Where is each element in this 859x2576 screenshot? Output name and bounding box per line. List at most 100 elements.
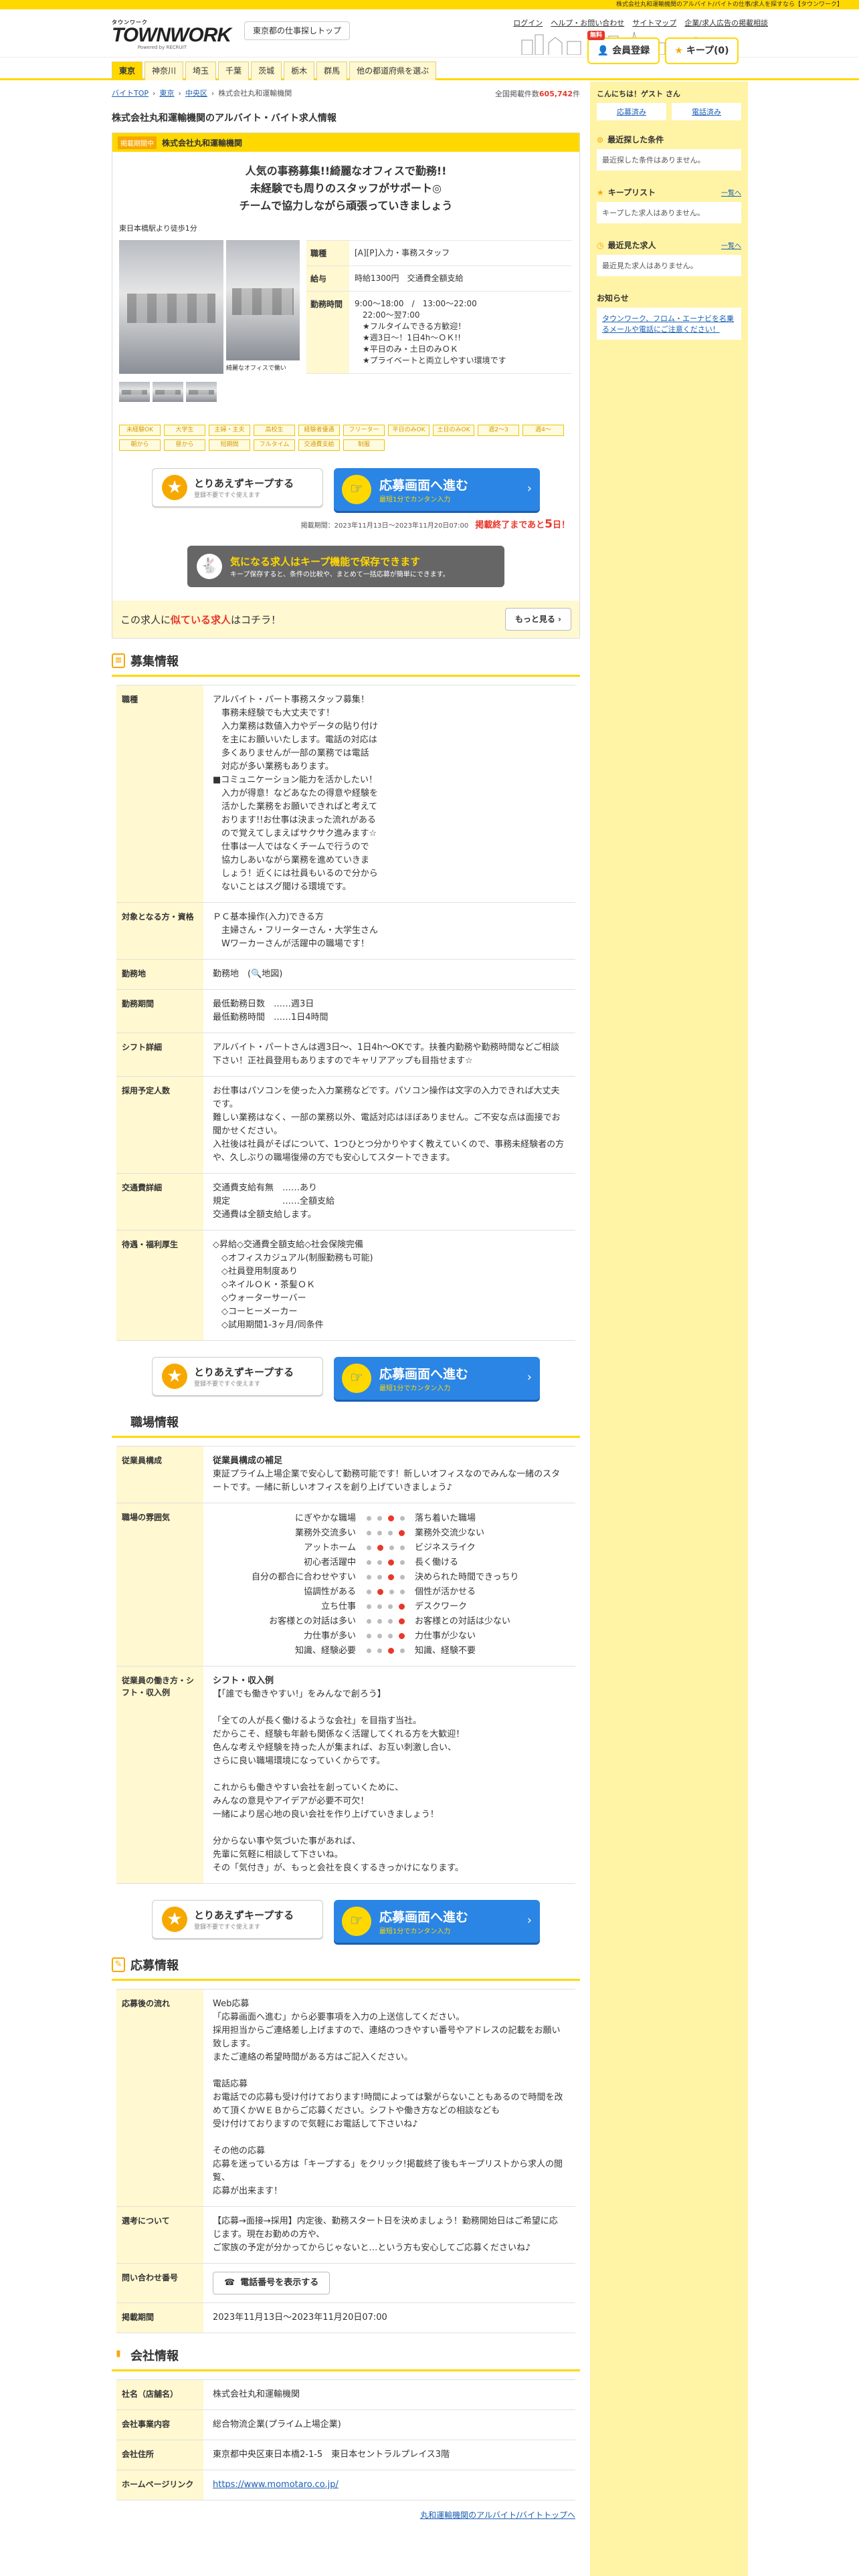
sitemap-link[interactable]: サイトマップ: [632, 17, 676, 28]
keep-list-title: ★ キープリスト 一覧へ: [597, 187, 741, 198]
company-name[interactable]: 株式会社丸和運輸機関: [162, 137, 242, 148]
document-icon: ≡: [112, 653, 125, 668]
atmosphere-dot: [399, 1545, 405, 1550]
photo-gallery: 綺麗なオフィスで働い: [119, 240, 300, 402]
keep-job-button[interactable]: ★ とりあえずキープする 登録不要ですぐ使えます: [152, 1900, 323, 1939]
star-icon: ★: [674, 45, 683, 56]
keep-label: キープ: [686, 45, 714, 56]
atmosphere-dot-selected: [398, 1530, 405, 1536]
atmosphere-dot: [366, 1604, 371, 1609]
table-row: 待遇・福利厚生 ◇昇給◇交通費全額支給◇社会保険完備 ◇オフィスカジュアル(制服勤…: [116, 1230, 575, 1341]
breadcrumb-item[interactable]: 中央区: [185, 88, 207, 98]
tab-chiba[interactable]: 千葉: [218, 62, 250, 80]
company-top-link[interactable]: 丸和運輸機関のアルバイト/バイトトップへ: [420, 2509, 575, 2520]
recent-search-box: 最近探した条件はありません。: [597, 149, 741, 171]
more-similar-button[interactable]: もっと見る ›: [504, 608, 571, 631]
breadcrumb-item[interactable]: バイトTOP: [112, 88, 149, 98]
homepage-link[interactable]: https://www.momotaro.co.jp/: [203, 2470, 575, 2500]
atmosphere-left-label: 知識、経験必要: [294, 1646, 356, 1656]
tab-tokyo[interactable]: 東京: [112, 62, 143, 80]
chevron-right-icon: ›: [527, 1370, 532, 1384]
tab-kanagawa[interactable]: 神奈川: [145, 62, 184, 80]
tab-other-prefectures[interactable]: 他の都道府県を選ぶ: [349, 62, 437, 80]
keep-list-more[interactable]: 一覧へ: [721, 187, 741, 197]
atmosphere-dots: [360, 1600, 411, 1614]
help-link[interactable]: ヘルプ・お問い合わせ: [551, 17, 624, 28]
atmosphere-dot: [389, 1545, 394, 1550]
keep-list-button[interactable]: ★ キープ(0): [665, 37, 739, 64]
table-row: 職場の雰囲気 にぎやかな職場 落ち着いた職場 業務外交流多い 業務外交流少ない アットホ…: [116, 1503, 575, 1667]
pointing-hand-icon: ☞: [342, 475, 371, 504]
photo-thumbnail[interactable]: [119, 382, 150, 402]
table-row: 会社住所 東京都中央区東日本橋2-1-5 東日本セントラルプレイス3階: [116, 2440, 575, 2470]
applied-link[interactable]: 応募済み: [597, 103, 666, 120]
atmosphere-right-label: 落ち着いた職場: [415, 1513, 476, 1523]
breadcrumb-item[interactable]: 東京: [159, 88, 174, 98]
tab-gunma[interactable]: 群馬: [316, 62, 348, 80]
area-top-button[interactable]: 東京都の仕事探しトップ: [244, 21, 351, 40]
feature-tag: 交通費支給: [298, 439, 340, 451]
viewed-more[interactable]: 一覧へ: [721, 240, 741, 250]
atmosphere-dots: [360, 1511, 411, 1525]
atmosphere-dot-selected: [377, 1589, 383, 1595]
feature-tag: フルタイム: [254, 439, 295, 451]
keep-feature-banner[interactable]: 🐇 気になる求人はキープ機能で保存できます キープ保存すると、条件の比較や、まとめ…: [187, 546, 504, 587]
atmosphere-scale: にぎやかな職場 落ち着いた職場 業務外交流多い 業務外交流少ない アットホーム ビジネスラ…: [213, 1511, 566, 1658]
apply-button[interactable]: ☞ 応募画面へ進む 最短1分でカンタン入力 ›: [334, 468, 540, 511]
atmosphere-left-label: お客様との対話は多い: [269, 1616, 356, 1626]
catch-line: 未経験でも周りのスタッフがサポート◎: [250, 182, 442, 195]
breadcrumb-current: 株式会社丸和運輸機関: [218, 89, 292, 98]
breadcrumb: バイトTOP › 東京 › 中央区 › 株式会社丸和運輸機関 全国掲載件数605,74…: [112, 88, 580, 99]
atmosphere-left-label: 自分の都合に合わせやすい: [251, 1572, 356, 1582]
atmosphere-right-label: 業務外交流少ない: [415, 1528, 485, 1538]
tab-saitama[interactable]: 埼玉: [185, 62, 217, 80]
greeting: こんにちは！ゲスト さん: [597, 90, 680, 98]
atmosphere-dot: [387, 1604, 393, 1609]
photo-thumbnail[interactable]: [153, 382, 183, 402]
keep-job-button[interactable]: ★ とりあえずキープする 登録不要ですぐ使えます: [152, 468, 323, 507]
pointing-hand-icon: ☞: [342, 1364, 371, 1393]
star-icon: ★: [162, 1364, 187, 1389]
nav-tabs: 東京 神奈川 埼玉 千葉 茨城 栃木 群馬 他の都道府県を選ぶ: [112, 62, 437, 80]
atmosphere-dot: [399, 1575, 405, 1580]
atmosphere-dot: [377, 1619, 382, 1624]
tab-tochigi[interactable]: 栃木: [284, 62, 315, 80]
map-link[interactable]: 勤務地 (🔍地図): [203, 960, 575, 989]
called-link[interactable]: 電話済み: [672, 103, 741, 120]
table-row: 応募後の流れ Web応募 「応募画面へ進む」から必要事項を入力の上送信してください…: [116, 1990, 575, 2207]
job-info-table: 職種 [A][P]入力・事務スタッフ 給与 時給1300円 交通費全額支給 勤務時間…: [306, 240, 571, 374]
atmosphere-dot: [366, 1560, 371, 1565]
atmosphere-dots: [360, 1570, 411, 1584]
townwork-logo[interactable]: タウンワーク TOWNWORK Powered by RECRUIT: [112, 19, 231, 50]
tab-ibaraki[interactable]: 茨城: [251, 62, 282, 80]
register-button[interactable]: 無料 👤 会員登録: [587, 31, 660, 64]
apply-button[interactable]: ☞ 応募画面へ進む 最短1分でカンタン入力 ›: [334, 1357, 540, 1400]
apply-button[interactable]: ☞ 応募画面へ進む 最短1分でカンタン入力 ›: [334, 1900, 540, 1943]
top-strip: 株式会社丸和運輸機関のアルバイト/バイトの仕事/求人を探すなら【タウンワーク】: [0, 0, 859, 9]
atmosphere-dots: [360, 1541, 411, 1555]
keep-job-button[interactable]: ★ とりあえずキープする 登録不要ですぐ使えます: [152, 1357, 323, 1396]
atmosphere-left-label: にぎやかな職場: [294, 1513, 356, 1523]
feature-tag: 朝から: [119, 439, 161, 451]
period-row: 掲載期間：2023年11月13日〜2023年11月20日07:00 掲載終了まで…: [112, 518, 579, 531]
star-icon: ★: [162, 475, 187, 500]
info-row: 給与 時給1300円 交通費全額支給: [306, 266, 571, 292]
atmosphere-left-label: 立ち仕事: [320, 1602, 356, 1612]
main-photo[interactable]: [119, 240, 223, 374]
photo-thumbnail[interactable]: [186, 382, 217, 402]
feature-tag: 主婦・主夫: [209, 425, 250, 436]
feature-tag: 未経験OK: [119, 425, 161, 436]
atmosphere-dot: [366, 1648, 371, 1653]
login-link[interactable]: ログイン: [513, 17, 543, 28]
sub-photo[interactable]: [226, 240, 300, 360]
atmosphere-dot: [377, 1531, 382, 1535]
feature-tag: 週4〜: [522, 425, 564, 436]
notice-link[interactable]: タウンワーク、フロム・エーナビを名乗るメールや電話にご注意ください！: [597, 308, 741, 340]
show-phone-button[interactable]: ☎ 電話番号を表示する: [213, 2272, 330, 2294]
atmosphere-dots: [360, 1644, 411, 1658]
station-info: 東日本橋駅より徒歩1分: [119, 224, 197, 233]
atmosphere-dot: [366, 1619, 371, 1624]
feature-tag: 平日のみOK: [388, 425, 430, 436]
advertise-link[interactable]: 企業/求人広告の掲載相談: [684, 17, 768, 28]
atmosphere-dot: [399, 1516, 405, 1521]
